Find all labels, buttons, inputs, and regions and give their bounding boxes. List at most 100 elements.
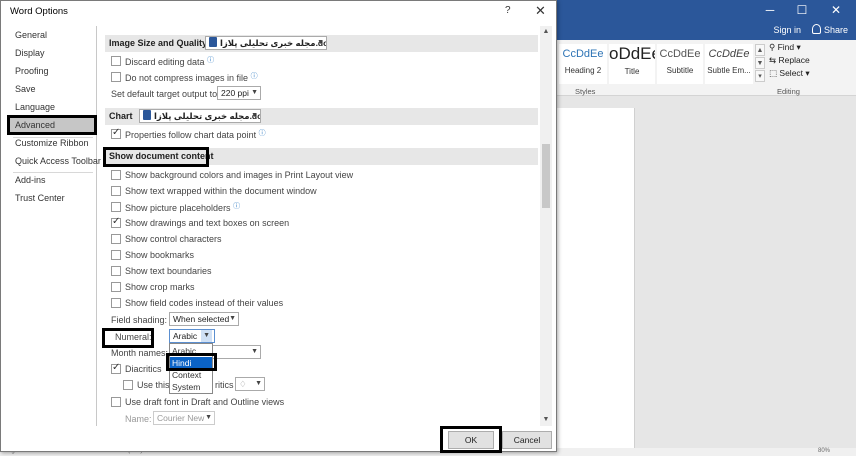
- highlight-hindi: [166, 353, 217, 371]
- nav-item-add-ins[interactable]: Add-ins: [9, 172, 97, 189]
- option-label: Show crop marks: [125, 282, 195, 292]
- style-name: Heading 2: [564, 66, 602, 75]
- option-checkbox[interactable]: [111, 250, 121, 260]
- use-this-color-checkbox[interactable]: [123, 380, 133, 390]
- style-title[interactable]: oDdEe Title: [609, 44, 655, 84]
- minimize-icon[interactable]: ─: [762, 2, 778, 18]
- target-output-label: Set default target output to:: [111, 89, 220, 99]
- style-name: Subtitle: [666, 66, 694, 75]
- style-subtle-emphasis[interactable]: CcDdEe Subtle Em...: [705, 44, 753, 84]
- discard-editing-checkbox[interactable]: [111, 56, 121, 66]
- maximize-icon[interactable]: ☐: [794, 2, 810, 18]
- numeral-option-system[interactable]: System: [170, 381, 212, 393]
- gallery-down-icon[interactable]: ▼: [755, 57, 765, 69]
- image-size-section-header: Image Size and Quality مجله خبری تحلیلی …: [105, 35, 538, 52]
- nav-item-trust-center[interactable]: Trust Center: [9, 190, 97, 207]
- help-icon[interactable]: ?: [505, 5, 511, 16]
- scroll-thumb[interactable]: [542, 144, 550, 208]
- option-label: Show field codes instead of their values: [125, 298, 284, 308]
- option-checkbox[interactable]: [111, 282, 121, 292]
- ribbon: CcDdEe Heading 2 oDdEe Title CcDdEe Subt…: [555, 40, 856, 96]
- option-label: Show bookmarks: [125, 250, 195, 260]
- options-nav: General Display Proofing Save Language A…: [9, 26, 101, 426]
- field-shading-select[interactable]: When selected ▼: [169, 312, 239, 326]
- chevron-down-icon: ▼: [201, 330, 212, 342]
- scroll-down-icon[interactable]: ▼: [540, 414, 552, 426]
- share-label: Share: [823, 25, 848, 35]
- properties-follow-checkbox[interactable]: [111, 127, 121, 139]
- word-doc-icon: [143, 110, 151, 120]
- close-icon[interactable]: ✕: [535, 3, 546, 19]
- option-checkbox[interactable]: [111, 170, 121, 180]
- font-name-value: Courier New: [157, 413, 205, 423]
- use-this-color-label-tail: ritics: [215, 380, 234, 390]
- name-label: Name:: [125, 414, 152, 424]
- style-sample: CcDdEe: [562, 48, 604, 60]
- styles-group-label: Styles: [575, 87, 596, 96]
- option-checkbox[interactable]: [111, 234, 121, 244]
- discard-editing-text: Discard editing data: [125, 57, 205, 67]
- option-checkbox[interactable]: [111, 216, 121, 228]
- option-checkbox[interactable]: [111, 186, 121, 196]
- option-label: Show text boundaries: [125, 266, 212, 276]
- cancel-button[interactable]: Cancel: [502, 431, 552, 449]
- style-sample: CcDdEe: [659, 48, 701, 60]
- person-icon: [811, 24, 821, 34]
- chart-doc-select[interactable]: مجله خبری تحلیلی پلازا.docx▼: [139, 109, 261, 123]
- document-page[interactable]: [555, 108, 635, 448]
- diacritics-color-picker[interactable]: ♢ ▼: [235, 377, 265, 391]
- share-button[interactable]: Share: [811, 24, 848, 35]
- chart-section-header: Chart مجله خبری تحلیلی پلازا.docx▼: [105, 108, 538, 125]
- replace-button[interactable]: ⇆ Replace: [769, 55, 810, 66]
- option-checkbox[interactable]: [111, 298, 121, 308]
- highlight-ok: [440, 426, 502, 453]
- nav-item-general[interactable]: General: [9, 27, 97, 44]
- style-sample: oDdEe: [609, 44, 655, 63]
- option-label: Show picture placeholders ⓘ: [125, 201, 240, 214]
- info-icon: ⓘ: [207, 57, 215, 64]
- chevron-down-icon: ▼: [229, 315, 236, 322]
- chevron-down-icon: ▼: [255, 380, 262, 387]
- close-window-icon[interactable]: ✕: [828, 2, 844, 18]
- nav-item-save[interactable]: Save: [9, 81, 97, 98]
- highlight-numeral: [102, 328, 154, 348]
- option-checkbox[interactable]: [111, 266, 121, 276]
- discard-editing-label: Discard editing data ⓘ: [125, 55, 214, 68]
- find-button[interactable]: ⚲ Find ▾: [769, 42, 801, 53]
- numeral-select[interactable]: Arabic ▼: [169, 329, 215, 343]
- month-names-select[interactable]: ▼: [211, 345, 261, 359]
- content-scrollbar[interactable]: ▲ ▼: [540, 26, 552, 426]
- nav-item-display[interactable]: Display: [9, 45, 97, 62]
- nav-item-language[interactable]: Language: [9, 99, 97, 116]
- properties-follow-text: Properties follow chart data point: [125, 130, 257, 140]
- draft-font-label: Use draft font in Draft and Outline view…: [125, 397, 285, 407]
- info-icon: ⓘ: [258, 130, 266, 137]
- info-icon: ⓘ: [250, 73, 258, 80]
- target-output-select[interactable]: 220 ppi ▼: [217, 86, 261, 100]
- style-name: Title: [624, 67, 640, 76]
- field-shading-value: When selected: [173, 314, 230, 324]
- highlight-show-content: [103, 147, 209, 167]
- find-label: Find: [777, 42, 795, 52]
- sign-in-link[interactable]: Sign in: [773, 25, 801, 35]
- option-checkbox[interactable]: [111, 202, 121, 212]
- style-subtitle[interactable]: CcDdEe Subtitle: [657, 44, 703, 84]
- font-name-select[interactable]: Courier New ▼: [153, 411, 215, 425]
- nav-item-quick-access-toolbar[interactable]: Quick Access Toolbar: [9, 153, 101, 170]
- gallery-more-icon[interactable]: ▾: [755, 70, 765, 82]
- nav-item-proofing[interactable]: Proofing: [9, 63, 97, 80]
- diacritics-checkbox[interactable]: [111, 362, 121, 374]
- style-heading-2[interactable]: CcDdEe Heading 2: [559, 44, 607, 84]
- gallery-up-icon[interactable]: ▲: [755, 44, 765, 56]
- image-doc-select[interactable]: مجله خبری تحلیلی پلازا.docx▼: [205, 36, 327, 50]
- field-shading-label: Field shading:: [111, 315, 168, 325]
- scroll-up-icon[interactable]: ▲: [540, 26, 552, 38]
- no-compress-text: Do not compress images in file: [125, 73, 249, 83]
- nav-item-customize-ribbon[interactable]: Customize Ribbon: [9, 135, 97, 152]
- style-name: Subtle Em...: [707, 66, 751, 75]
- no-compress-checkbox[interactable]: [111, 72, 121, 82]
- paint-bucket-icon: ♢: [239, 379, 247, 389]
- status-zoom[interactable]: 80%: [818, 448, 830, 454]
- draft-font-checkbox[interactable]: [111, 397, 121, 407]
- select-button[interactable]: ⬚ Select ▾: [769, 68, 810, 79]
